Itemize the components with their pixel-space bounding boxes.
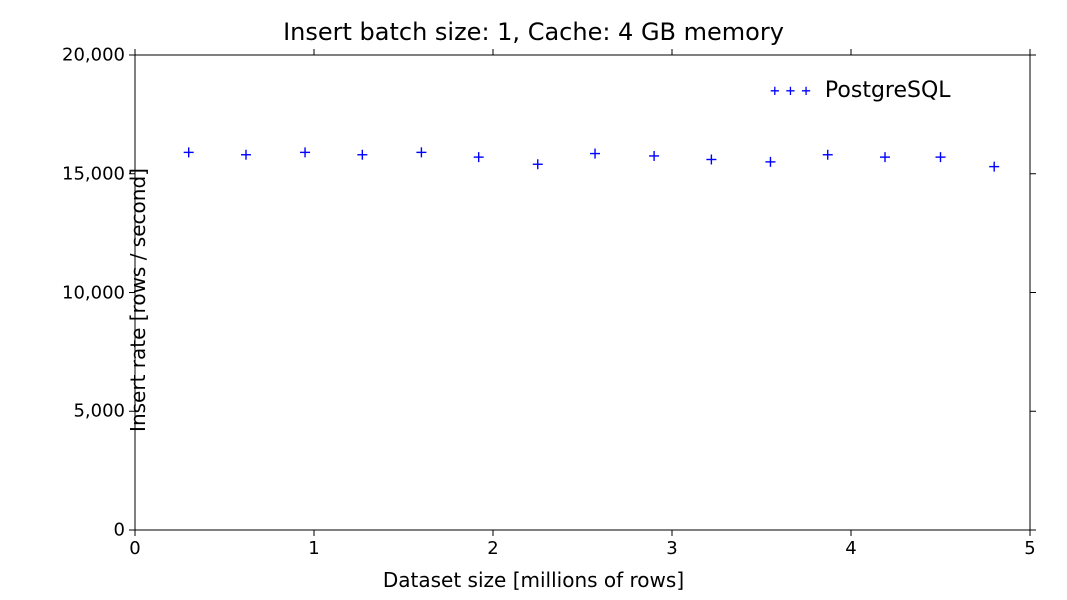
plot-svg (0, 0, 1067, 600)
x-ticks (135, 49, 1030, 536)
y-ticks (129, 55, 1036, 530)
plot-frame (135, 55, 1030, 530)
data-points (184, 147, 1000, 171)
chart-container: Insert batch size: 1, Cache: 4 GB memory… (0, 0, 1067, 600)
